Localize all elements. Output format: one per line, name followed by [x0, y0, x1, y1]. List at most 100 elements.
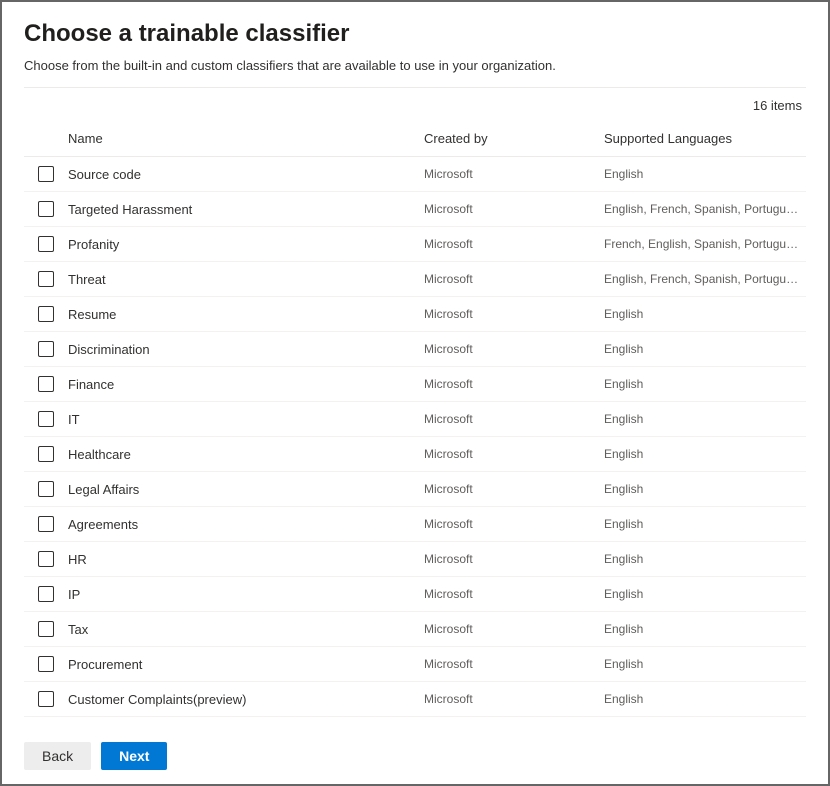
row-name: Procurement	[64, 657, 424, 672]
row-name: Source code	[64, 167, 424, 182]
table-row[interactable]: Targeted HarassmentMicrosoftEnglish, Fre…	[24, 192, 806, 227]
back-button[interactable]: Back	[24, 742, 91, 770]
table-row[interactable]: HealthcareMicrosoftEnglish	[24, 437, 806, 472]
row-checkbox[interactable]	[38, 551, 54, 567]
row-created-by: Microsoft	[424, 482, 604, 496]
row-languages: English	[604, 447, 806, 461]
table-row[interactable]: ThreatMicrosoftEnglish, French, Spanish,…	[24, 262, 806, 297]
row-checkbox[interactable]	[38, 376, 54, 392]
row-languages: English	[604, 307, 806, 321]
row-name: HR	[64, 552, 424, 567]
table-row[interactable]: AgreementsMicrosoftEnglish	[24, 507, 806, 542]
row-languages: English	[604, 622, 806, 636]
table-header-row: Name Created by Supported Languages	[24, 123, 806, 157]
row-checkbox-cell	[24, 236, 64, 252]
row-checkbox[interactable]	[38, 411, 54, 427]
table-row[interactable]: Legal AffairsMicrosoftEnglish	[24, 472, 806, 507]
next-button[interactable]: Next	[101, 742, 167, 770]
row-languages: English	[604, 377, 806, 391]
row-name: Customer Complaints(preview)	[64, 692, 424, 707]
table-row[interactable]: Customer Complaints(preview)MicrosoftEng…	[24, 682, 806, 717]
items-count: 16 items	[24, 88, 806, 123]
classifier-table: Name Created by Supported Languages Sour…	[24, 123, 806, 717]
row-created-by: Microsoft	[424, 377, 604, 391]
row-name: IT	[64, 412, 424, 427]
row-name: Healthcare	[64, 447, 424, 462]
row-languages: English	[604, 657, 806, 671]
table-row[interactable]: HRMicrosoftEnglish	[24, 542, 806, 577]
table-row[interactable]: ITMicrosoftEnglish	[24, 402, 806, 437]
row-checkbox-cell	[24, 656, 64, 672]
row-checkbox-cell	[24, 166, 64, 182]
row-checkbox-cell	[24, 516, 64, 532]
row-checkbox[interactable]	[38, 481, 54, 497]
row-checkbox-cell	[24, 446, 64, 462]
row-created-by: Microsoft	[424, 552, 604, 566]
row-checkbox[interactable]	[38, 516, 54, 532]
dialog-frame: Choose a trainable classifier Choose fro…	[0, 0, 830, 786]
column-header-name[interactable]: Name	[64, 131, 424, 146]
table-row[interactable]: FinanceMicrosoftEnglish	[24, 367, 806, 402]
row-checkbox-cell	[24, 551, 64, 567]
row-checkbox[interactable]	[38, 341, 54, 357]
row-languages: English	[604, 342, 806, 356]
row-checkbox-cell	[24, 376, 64, 392]
row-checkbox[interactable]	[38, 166, 54, 182]
column-header-languages[interactable]: Supported Languages	[604, 131, 806, 146]
table-row[interactable]: ProfanityMicrosoftFrench, English, Spani…	[24, 227, 806, 262]
dialog-footer: Back Next	[2, 730, 828, 784]
page-subtitle: Choose from the built-in and custom clas…	[24, 58, 806, 73]
row-name: Targeted Harassment	[64, 202, 424, 217]
row-checkbox[interactable]	[38, 586, 54, 602]
row-name: Finance	[64, 377, 424, 392]
row-created-by: Microsoft	[424, 202, 604, 216]
column-header-created-by[interactable]: Created by	[424, 131, 604, 146]
row-checkbox-cell	[24, 271, 64, 287]
row-languages: English	[604, 412, 806, 426]
row-created-by: Microsoft	[424, 692, 604, 706]
row-languages: English	[604, 517, 806, 531]
row-name: IP	[64, 587, 424, 602]
row-name: Profanity	[64, 237, 424, 252]
row-checkbox[interactable]	[38, 271, 54, 287]
row-checkbox[interactable]	[38, 306, 54, 322]
row-checkbox[interactable]	[38, 656, 54, 672]
row-created-by: Microsoft	[424, 412, 604, 426]
row-created-by: Microsoft	[424, 237, 604, 251]
row-checkbox-cell	[24, 691, 64, 707]
table-row[interactable]: Source codeMicrosoftEnglish	[24, 157, 806, 192]
row-created-by: Microsoft	[424, 447, 604, 461]
table-row[interactable]: DiscriminationMicrosoftEnglish	[24, 332, 806, 367]
row-name: Tax	[64, 622, 424, 637]
row-languages: French, English, Spanish, Portuguese, Ge…	[604, 237, 806, 251]
row-checkbox-cell	[24, 341, 64, 357]
row-checkbox[interactable]	[38, 691, 54, 707]
row-languages: English	[604, 552, 806, 566]
table-row[interactable]: IPMicrosoftEnglish	[24, 577, 806, 612]
row-languages: English	[604, 692, 806, 706]
row-name: Threat	[64, 272, 424, 287]
row-name: Discrimination	[64, 342, 424, 357]
row-checkbox-cell	[24, 481, 64, 497]
row-checkbox[interactable]	[38, 621, 54, 637]
row-languages: English, French, Spanish, Portuguese, Ge…	[604, 272, 806, 286]
table-row[interactable]: ProcurementMicrosoftEnglish	[24, 647, 806, 682]
row-languages: English	[604, 167, 806, 181]
row-created-by: Microsoft	[424, 622, 604, 636]
row-checkbox-cell	[24, 621, 64, 637]
row-checkbox[interactable]	[38, 201, 54, 217]
row-checkbox-cell	[24, 586, 64, 602]
table-row[interactable]: TaxMicrosoftEnglish	[24, 612, 806, 647]
row-checkbox-cell	[24, 201, 64, 217]
row-created-by: Microsoft	[424, 517, 604, 531]
row-checkbox[interactable]	[38, 446, 54, 462]
page-title: Choose a trainable classifier	[24, 20, 806, 48]
row-created-by: Microsoft	[424, 342, 604, 356]
row-name: Resume	[64, 307, 424, 322]
row-created-by: Microsoft	[424, 307, 604, 321]
table-row[interactable]: ResumeMicrosoftEnglish	[24, 297, 806, 332]
row-checkbox[interactable]	[38, 236, 54, 252]
row-name: Legal Affairs	[64, 482, 424, 497]
row-name: Agreements	[64, 517, 424, 532]
row-languages: English	[604, 587, 806, 601]
